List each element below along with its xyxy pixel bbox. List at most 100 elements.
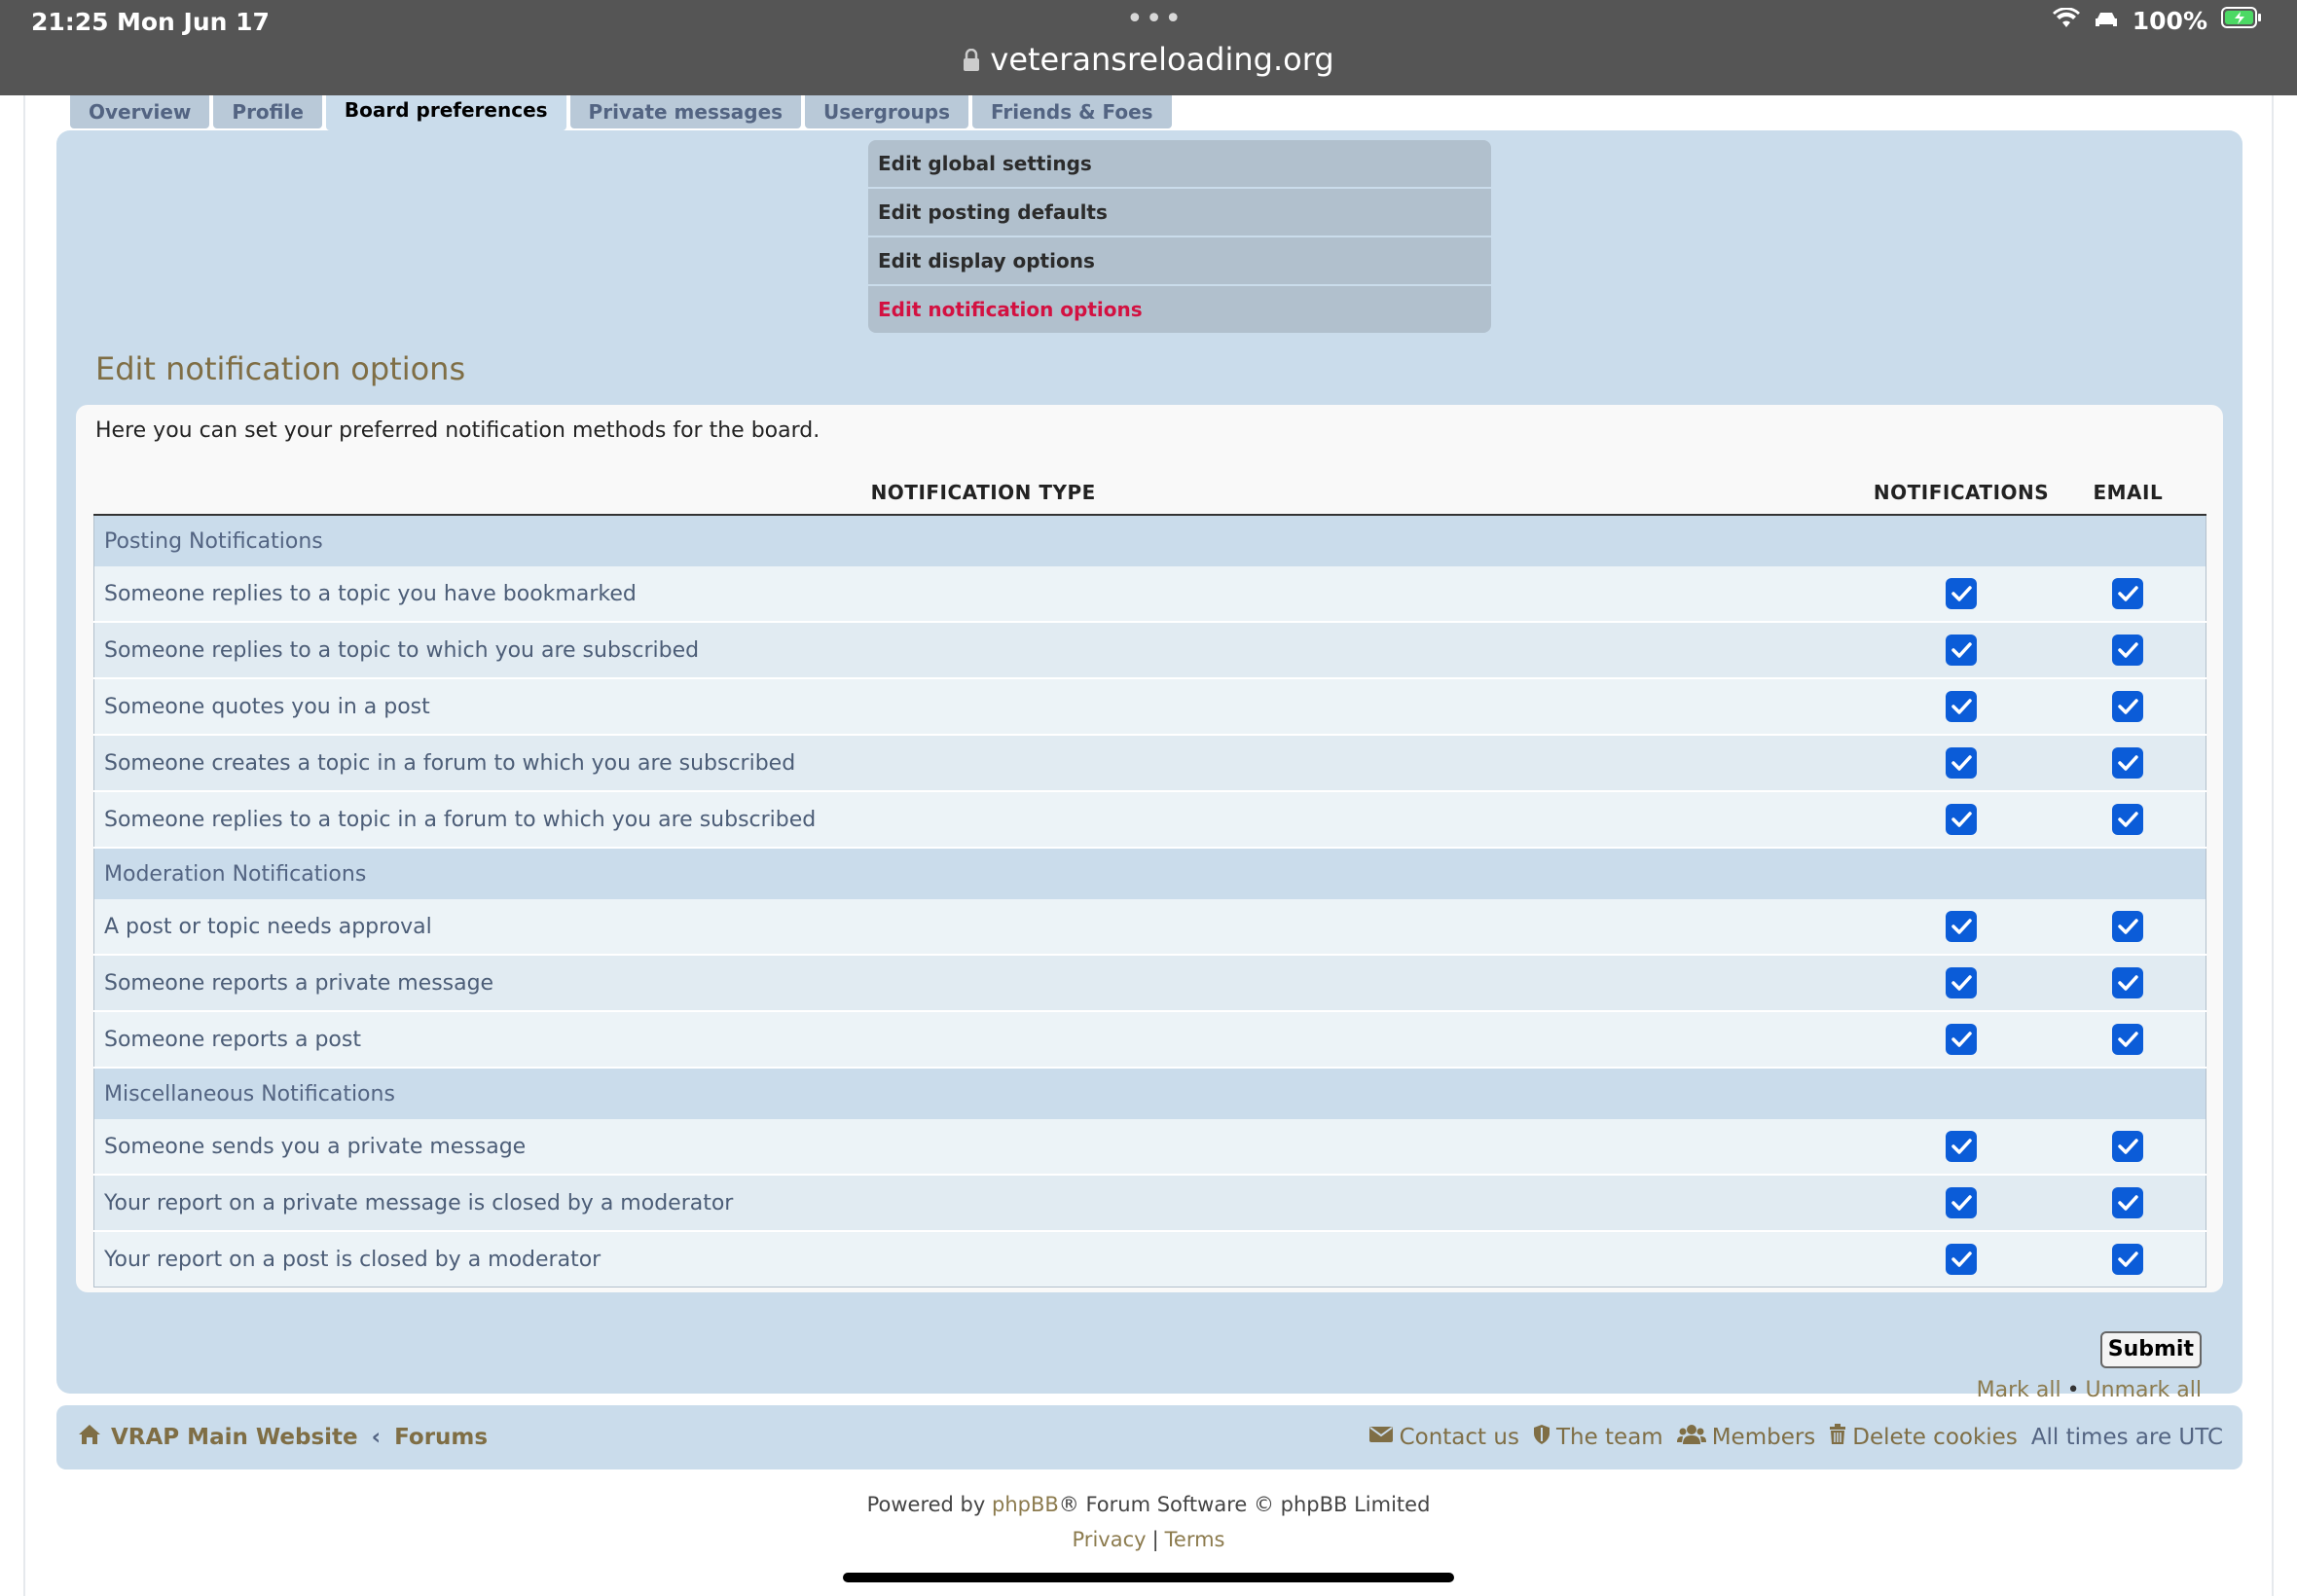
trash-icon: [1829, 1424, 1846, 1451]
notification-type-label: Someone replies to a topic in a forum to…: [92, 791, 1873, 849]
notification-type-label: Someone replies to a topic to which you …: [92, 622, 1873, 679]
table-row: Someone replies to a topic in a forum to…: [92, 791, 2207, 849]
submenu-display-options[interactable]: Edit display options: [868, 237, 1491, 284]
copyright-line: Powered by phpBB® Forum Software © phpBB…: [25, 1493, 2272, 1516]
breadcrumb-forums[interactable]: Forums: [394, 1425, 488, 1450]
submit-button[interactable]: Submit: [2099, 1331, 2202, 1368]
email-cell: [2050, 1119, 2207, 1176]
table-row: Your report on a private message is clos…: [92, 1175, 2207, 1232]
notifications-cell: [1872, 1231, 2051, 1288]
notification-checkbox[interactable]: [1946, 911, 1978, 942]
header-notifications: NOTIFICATIONS: [1872, 471, 2051, 516]
notification-checkbox[interactable]: [1946, 747, 1978, 779]
copyright-suffix: ® Forum Software © phpBB Limited: [1058, 1493, 1431, 1516]
tab-private-messages[interactable]: Private messages: [569, 95, 802, 128]
unmark-all-link[interactable]: Unmark all: [2086, 1378, 2202, 1402]
email-cell: [2050, 735, 2207, 792]
table-header-row: NOTIFICATION TYPE NOTIFICATIONS EMAIL: [93, 471, 2206, 516]
tab-friends-foes[interactable]: Friends & Foes: [972, 95, 1172, 128]
email-cell: [2050, 1231, 2207, 1288]
notification-checkbox[interactable]: [1946, 804, 1978, 835]
notification-type-label: Your report on a post is closed by a mod…: [92, 1231, 1873, 1288]
table-row: Someone replies to a topic to which you …: [92, 622, 2207, 679]
email-checkbox[interactable]: [2112, 747, 2144, 779]
contact-us-link[interactable]: Contact us: [1368, 1425, 1519, 1450]
tab-usergroups[interactable]: Usergroups: [805, 95, 968, 128]
submenu-posting-defaults[interactable]: Edit posting defaults: [868, 189, 1491, 236]
home-indicator[interactable]: [843, 1573, 1454, 1582]
multitasking-dots-icon[interactable]: •••: [1126, 2, 1184, 36]
lock-icon: [963, 43, 980, 80]
home-icon: [78, 1424, 101, 1451]
email-checkbox[interactable]: [2112, 1244, 2144, 1275]
footer-links: Contact us The team Members Delete cooki…: [1368, 1424, 2223, 1451]
privacy-link[interactable]: Privacy: [1073, 1528, 1147, 1551]
notification-checkbox[interactable]: [1946, 1187, 1978, 1218]
intro-text: Here you can set your preferred notifica…: [95, 418, 820, 443]
notification-type-label: Someone sends you a private message: [92, 1119, 1873, 1176]
notification-settings-box: Here you can set your preferred notifica…: [76, 405, 2223, 1292]
email-checkbox[interactable]: [2112, 1131, 2144, 1162]
notification-checkbox[interactable]: [1946, 691, 1978, 722]
mark-controls: Mark all • Unmark all: [1977, 1378, 2202, 1402]
tab-board-preferences[interactable]: Board preferences: [325, 95, 566, 130]
group-header-row: Posting Notifications: [93, 515, 2206, 566]
email-checkbox[interactable]: [2112, 691, 2144, 722]
notification-type-label: Someone reports a post: [92, 1011, 1873, 1069]
notification-checkbox[interactable]: [1946, 578, 1978, 609]
mark-all-link[interactable]: Mark all: [1977, 1378, 2061, 1402]
breadcrumb-separator: ‹: [371, 1425, 382, 1450]
email-checkbox[interactable]: [2112, 635, 2144, 666]
notifications-cell: [1872, 566, 2051, 623]
notification-checkbox[interactable]: [1946, 1131, 1978, 1162]
email-checkbox[interactable]: [2112, 1024, 2144, 1055]
notification-checkbox[interactable]: [1946, 1244, 1978, 1275]
submenu-notification-options[interactable]: Edit notification options: [868, 286, 1491, 333]
table-row: Someone replies to a topic you have book…: [92, 566, 2207, 623]
contact-us-label: Contact us: [1399, 1425, 1519, 1450]
group-header-row: Miscellaneous Notifications: [93, 1068, 2206, 1119]
table-row: Your report on a post is closed by a mod…: [92, 1231, 2207, 1288]
address-bar[interactable]: veteransreloading.org: [0, 41, 2297, 80]
terms-link[interactable]: Terms: [1165, 1528, 1225, 1551]
notification-checkbox[interactable]: [1946, 635, 1978, 666]
email-checkbox[interactable]: [2112, 967, 2144, 998]
notification-table: NOTIFICATION TYPE NOTIFICATIONS EMAIL Po…: [92, 471, 2207, 1288]
email-checkbox[interactable]: [2112, 578, 2144, 609]
tab-profile[interactable]: Profile: [213, 95, 322, 128]
email-cell: [2050, 899, 2207, 956]
notification-checkbox[interactable]: [1946, 1024, 1978, 1055]
delete-cookies-link[interactable]: Delete cookies: [1829, 1424, 2018, 1451]
table-row: Someone reports a post: [92, 1011, 2207, 1069]
submenu-global-settings[interactable]: Edit global settings: [868, 140, 1491, 187]
email-checkbox[interactable]: [2112, 804, 2144, 835]
wifi-icon: [2052, 6, 2080, 35]
mark-separator: •: [2066, 1378, 2080, 1402]
team-link[interactable]: The team: [1533, 1424, 1663, 1451]
group-label: Moderation Notifications: [93, 848, 2206, 899]
browser-status-bar: 21:25 Mon Jun 17 ••• 100% veteransreload…: [0, 0, 2297, 95]
notification-checkbox[interactable]: [1946, 967, 1978, 998]
ucp-tabs: Overview Profile Board preferences Priva…: [70, 95, 1172, 130]
email-checkbox[interactable]: [2112, 911, 2144, 942]
email-cell: [2050, 791, 2207, 849]
notification-type-label: Your report on a private message is clos…: [92, 1175, 1873, 1232]
url-text[interactable]: veteransreloading.org: [990, 41, 1333, 78]
notification-type-label: Someone reports a private message: [92, 955, 1873, 1012]
notification-type-label: A post or topic needs approval: [92, 899, 1873, 956]
notification-type-label: Someone quotes you in a post: [92, 678, 1873, 736]
breadcrumb-home[interactable]: VRAP Main Website: [111, 1425, 358, 1450]
group-label: Miscellaneous Notifications: [93, 1068, 2206, 1119]
email-cell: [2050, 678, 2207, 736]
email-checkbox[interactable]: [2112, 1187, 2144, 1218]
preferences-panel: Edit global settings Edit posting defaul…: [56, 130, 2242, 1402]
table-row: Someone creates a topic in a forum to wh…: [92, 735, 2207, 792]
clock-date: Mon Jun 17: [117, 8, 270, 36]
battery-percent: 100%: [2132, 6, 2207, 35]
tab-overview[interactable]: Overview: [70, 95, 210, 128]
envelope-icon: [1368, 1425, 1394, 1450]
delete-cookies-label: Delete cookies: [1852, 1425, 2018, 1450]
notifications-cell: [1872, 791, 2051, 849]
members-link[interactable]: Members: [1676, 1424, 1815, 1451]
phpbb-link[interactable]: phpBB: [992, 1493, 1059, 1516]
